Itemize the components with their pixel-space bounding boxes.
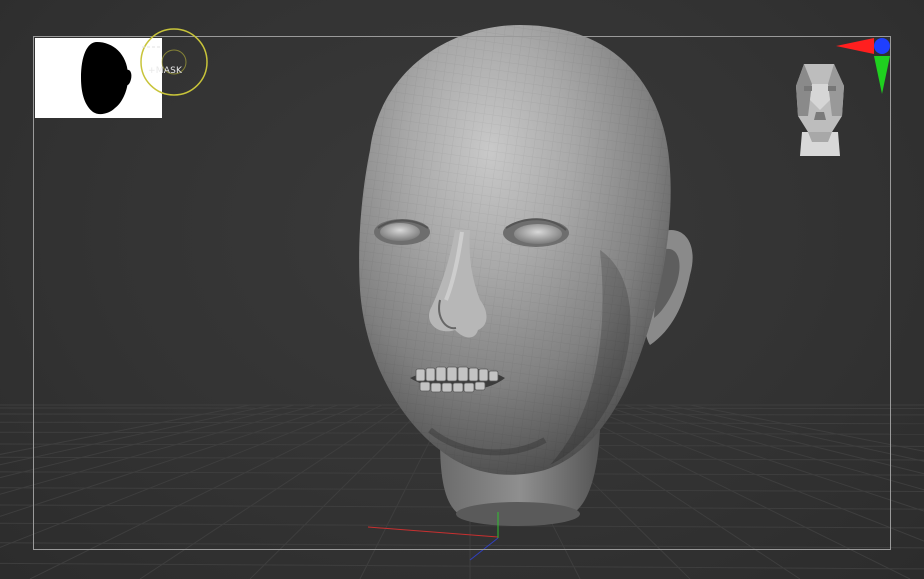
brush-mode-label: +MASK — [148, 66, 183, 76]
canvas-viewport[interactable]: +MASK — [0, 0, 924, 579]
axis-gizmo[interactable] — [828, 32, 898, 102]
brush-ring-icon — [140, 28, 208, 96]
